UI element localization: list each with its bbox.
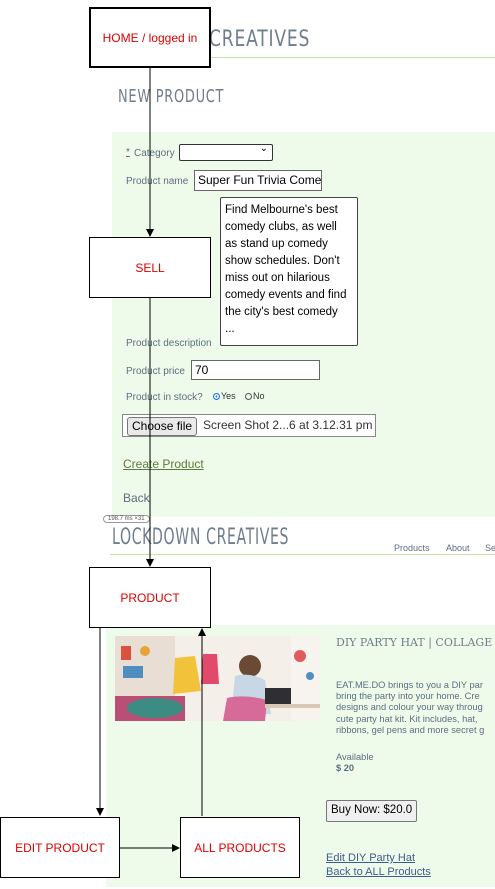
all-products-node: ALL PRODUCTS: [180, 817, 300, 878]
product-node: PRODUCT: [89, 567, 211, 628]
sell-node: SELL: [89, 237, 211, 298]
flow-arrows: [96, 68, 206, 852]
edit-product-node: EDIT PRODUCT: [0, 817, 120, 878]
home-node: HOME / logged in: [89, 7, 211, 68]
